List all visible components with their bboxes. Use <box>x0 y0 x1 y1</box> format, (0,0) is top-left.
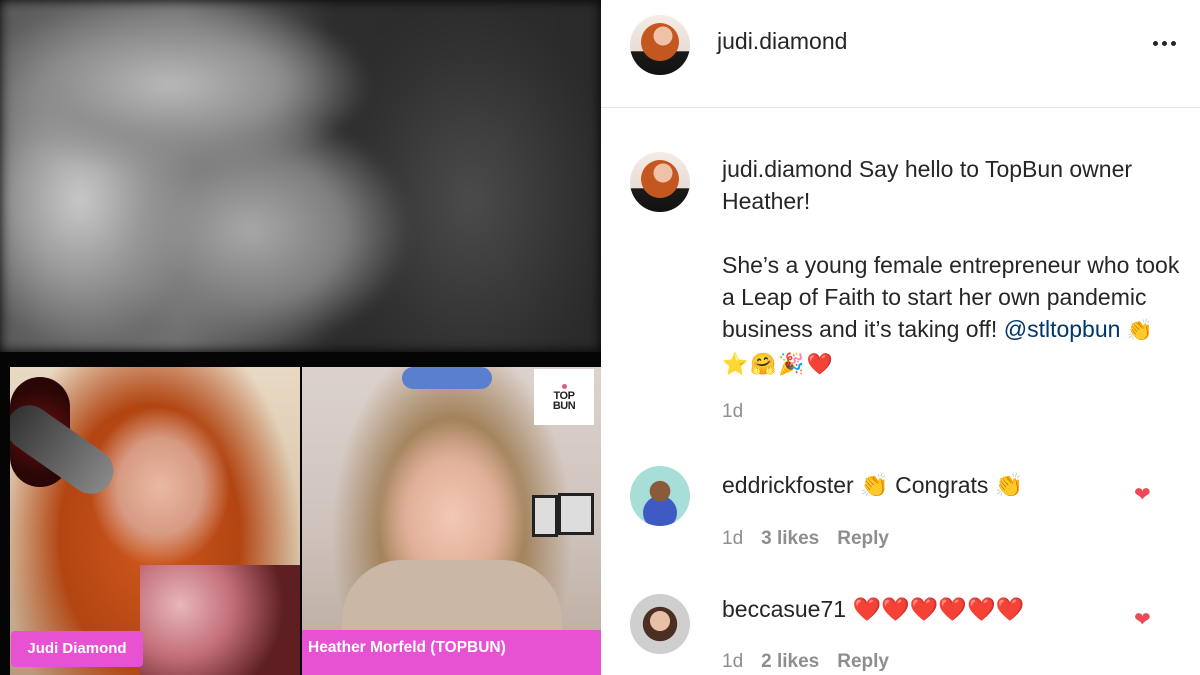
nametag-judi: Judi Diamond <box>11 631 143 667</box>
comment-text: 👏 Congrats 👏 <box>860 472 1024 498</box>
comment-username[interactable]: beccasue71 <box>722 596 846 622</box>
shirt <box>342 560 562 630</box>
post-caption: judi.diamond Say hello to TopBun owner H… <box>722 153 1182 381</box>
logo-dot <box>561 383 567 389</box>
scrunchie <box>402 367 492 389</box>
blurred-video-top <box>0 0 601 352</box>
topbun-logo: TOP BUN <box>534 369 594 425</box>
floral-dress <box>140 565 300 675</box>
comment-meta: 1d 3 likes Reply <box>722 528 889 550</box>
comment-time[interactable]: 1d <box>722 651 743 673</box>
video-media[interactable]: TOP BUN Judi Diamond Heather Morfeld (TO… <box>0 0 601 675</box>
commenter-avatar[interactable] <box>630 466 690 526</box>
logo-bottom-text: BUN <box>552 399 576 412</box>
nametag-heather: Heather Morfeld (TOPBUN) <box>302 630 554 666</box>
reply-button[interactable]: Reply <box>837 651 889 673</box>
wall-frame <box>558 493 594 535</box>
comment-meta: 1d 2 likes Reply <box>722 651 889 673</box>
comment: eddrickfoster 👏 Congrats 👏 <box>722 472 1023 499</box>
comment-username[interactable]: eddrickfoster <box>722 472 854 498</box>
video-tile-judi <box>10 367 300 675</box>
author-avatar[interactable] <box>630 15 690 75</box>
more-options-icon[interactable] <box>1149 30 1179 56</box>
caption-time[interactable]: 1d <box>722 401 743 423</box>
mention-link[interactable]: @stltopbun <box>1004 316 1121 342</box>
caption-username[interactable]: judi.diamond <box>722 156 852 182</box>
caption-avatar[interactable] <box>630 152 690 212</box>
post-panel: judi.diamond judi.diamond Say hello to T… <box>601 0 1200 675</box>
heart-icon[interactable]: ❤ <box>1134 610 1154 630</box>
comment: beccasue71 ❤️❤️❤️❤️❤️❤️ <box>722 596 1024 623</box>
comment-time[interactable]: 1d <box>722 528 743 550</box>
commenter-avatar[interactable] <box>630 594 690 654</box>
reply-button[interactable]: Reply <box>837 528 889 550</box>
comment-text: ❤️❤️❤️❤️❤️❤️ <box>852 596 1025 622</box>
author-username[interactable]: judi.diamond <box>717 28 847 55</box>
comment-likes[interactable]: 3 likes <box>761 528 819 550</box>
heart-icon[interactable]: ❤ <box>1134 485 1154 505</box>
wall-frame <box>532 495 558 537</box>
post-header: judi.diamond <box>601 0 1200 108</box>
logo-top-text: TOP <box>553 389 575 402</box>
comment-likes[interactable]: 2 likes <box>761 651 819 673</box>
